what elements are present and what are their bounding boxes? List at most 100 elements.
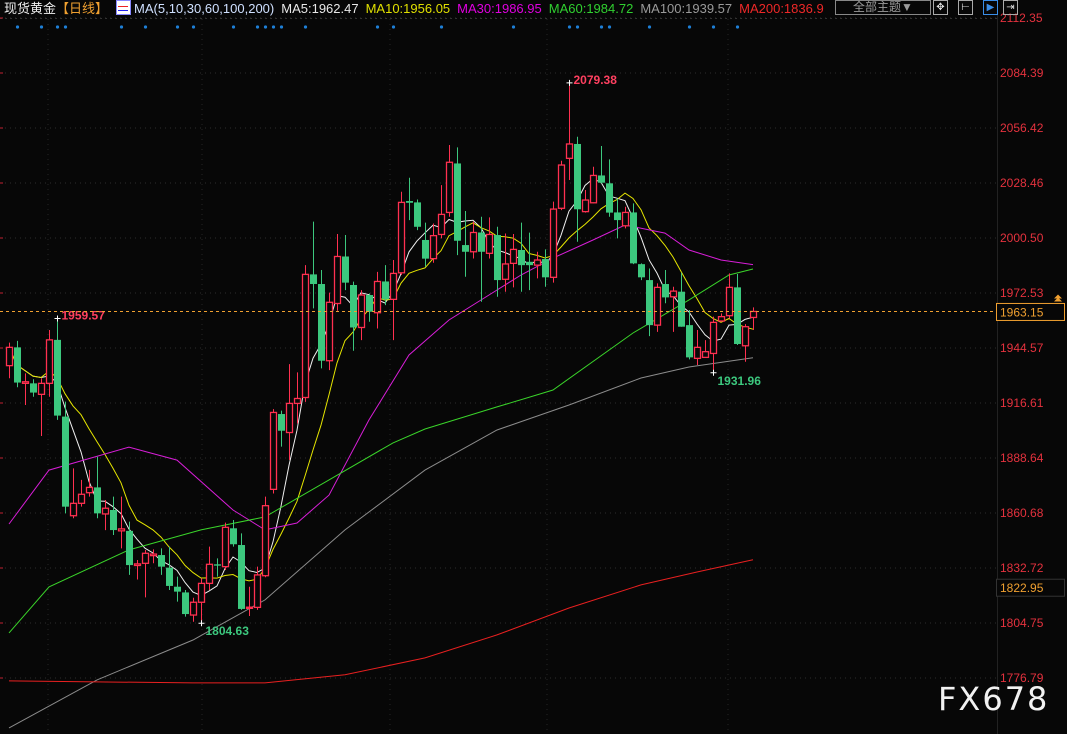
goto-end-icon[interactable]: ⇥ xyxy=(1003,0,1018,15)
candle-body xyxy=(189,601,198,616)
candle xyxy=(30,379,37,397)
event-marker-dot xyxy=(63,25,68,29)
event-marker-dot xyxy=(439,25,444,29)
event-marker-dot xyxy=(575,25,580,29)
chart-legend: 现货黄金【日线】 MA(5,10,30,60,100,200) MA5:1962.4… xyxy=(4,0,831,18)
event-marker-dot xyxy=(15,25,20,29)
ma-line-ma10 xyxy=(8,192,754,582)
event-marker-dot xyxy=(263,25,268,29)
candle-body xyxy=(549,208,558,278)
candle-body xyxy=(214,564,221,566)
candle xyxy=(5,342,14,379)
candle xyxy=(94,456,101,519)
candle-body xyxy=(630,212,637,264)
candle-body xyxy=(678,291,685,327)
range-icon[interactable]: ⊢ xyxy=(958,0,973,15)
candle-body xyxy=(37,382,46,396)
price-up-arrow-icon xyxy=(1054,294,1062,302)
y-tick-label: 1832.72 xyxy=(1000,561,1044,575)
candle-body xyxy=(197,582,206,603)
candle xyxy=(526,232,533,291)
event-marker-dot xyxy=(567,25,572,29)
candle-body xyxy=(693,346,702,360)
candle-body xyxy=(382,281,389,300)
candle xyxy=(62,401,69,514)
candle xyxy=(749,307,758,331)
y-tick-label: 2056.42 xyxy=(1000,121,1044,135)
event-marker-dot xyxy=(735,25,740,29)
candle-body xyxy=(158,555,165,567)
candle xyxy=(333,234,342,311)
ma-params[interactable]: MA(5,10,30,60,100,200) xyxy=(134,1,274,16)
candle xyxy=(494,226,501,297)
candle xyxy=(69,468,78,519)
candle xyxy=(350,281,357,351)
candle xyxy=(77,479,86,507)
candle-body xyxy=(285,402,294,434)
y-tick-label: 1944.57 xyxy=(1000,341,1044,355)
ma-value-3: MA60:1984.72 xyxy=(548,1,634,16)
candle-body xyxy=(245,606,254,610)
event-markers xyxy=(15,25,740,29)
candle xyxy=(638,263,645,281)
play-icon[interactable]: ▶ xyxy=(983,0,998,15)
event-marker-dot xyxy=(279,25,284,29)
watermark-logo: FX678 xyxy=(938,680,1050,718)
candle-body xyxy=(485,233,494,254)
annotation-marker xyxy=(710,369,717,376)
candle-body xyxy=(462,245,469,252)
annotations: 1959.57 2079.38 1804.63 1931.96 xyxy=(54,73,761,638)
crosshair-icon[interactable]: ✥ xyxy=(933,0,948,15)
ma-indicator-icon[interactable] xyxy=(116,0,132,15)
candle-body xyxy=(646,280,653,326)
candle-body xyxy=(734,287,741,345)
candle-body xyxy=(397,201,406,274)
candle-body xyxy=(77,493,86,504)
candle-body xyxy=(366,295,373,312)
candle-body xyxy=(533,259,542,266)
candle xyxy=(285,364,294,461)
candle-body xyxy=(717,316,726,322)
candle xyxy=(37,378,46,437)
candle xyxy=(238,533,245,610)
candle-body xyxy=(133,563,142,567)
instrument-name: 现货黄金 xyxy=(4,1,57,16)
candle xyxy=(182,590,189,617)
candle-body xyxy=(669,290,678,298)
candle-body xyxy=(429,234,438,260)
theme-dropdown-button[interactable]: 全部主题▼ xyxy=(835,0,931,15)
annotation-label: 2079.38 xyxy=(574,73,618,87)
last-price-label: 1963.15 xyxy=(1000,305,1044,319)
candle xyxy=(581,190,590,213)
candle xyxy=(565,82,574,180)
candle-body xyxy=(589,174,598,204)
ma-line-ma100 xyxy=(8,357,754,729)
candle-body xyxy=(518,249,525,266)
annotation-marker xyxy=(198,620,205,627)
event-marker-dot xyxy=(391,25,396,29)
candle xyxy=(709,316,718,373)
candle xyxy=(437,185,446,239)
candle xyxy=(397,191,406,275)
candle xyxy=(614,198,621,239)
candle-body xyxy=(269,411,278,491)
event-marker-dot xyxy=(175,25,180,29)
candle xyxy=(342,235,349,291)
candlestick-chart[interactable]: 1959.572079.381804.631931.96 2112.352084… xyxy=(0,0,1067,734)
candle-body xyxy=(509,248,518,265)
candle-body xyxy=(653,286,662,326)
candle xyxy=(701,340,710,359)
candle-body xyxy=(221,526,230,568)
candle-body xyxy=(526,261,533,266)
candle xyxy=(245,586,254,617)
event-marker-dot xyxy=(255,25,260,29)
candle-body xyxy=(638,264,645,278)
candle xyxy=(445,144,454,217)
ma-value-0: MA5:1962.47 xyxy=(281,1,359,16)
candle xyxy=(261,496,270,578)
candle xyxy=(574,136,581,242)
y-tick-label: 2084.39 xyxy=(1000,66,1044,80)
candle-body xyxy=(238,545,245,609)
candle-body xyxy=(182,592,189,615)
period-label[interactable]: 【日线】 xyxy=(56,1,108,16)
